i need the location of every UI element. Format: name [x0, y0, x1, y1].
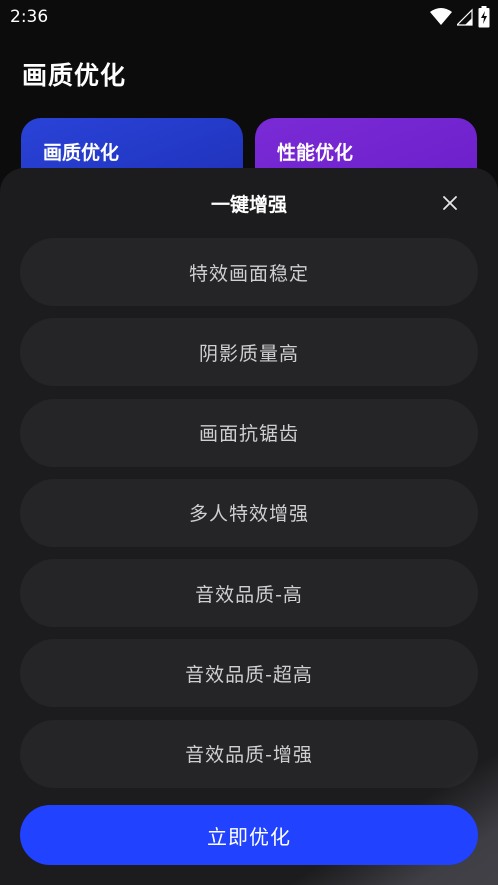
card-image-quality-label: 画质优化 [43, 142, 120, 164]
optimize-now-button[interactable]: 立即优化 [20, 805, 478, 865]
card-performance-label: 性能优化 [277, 142, 354, 164]
option-audio-enhanced[interactable]: 音效品质-增强 [20, 719, 478, 788]
status-time: 2:36 [10, 7, 49, 27]
status-bar: 2:36 [0, 0, 498, 34]
page-title: 画质优化 [22, 61, 127, 90]
close-button[interactable] [438, 192, 462, 216]
option-audio-ultra[interactable]: 音效品质-超高 [20, 639, 478, 708]
bottom-sheet: 一键增强 特效画面稳定 阴影质量高 画面抗锯齿 多人特效增强 音效品质-高 音效… [0, 168, 498, 885]
battery-charging-icon [478, 6, 490, 28]
option-list: 特效画面稳定 阴影质量高 画面抗锯齿 多人特效增强 音效品质-高 音效品质-超高… [20, 238, 478, 800]
cellular-signal-icon [457, 8, 473, 26]
option-audio-high[interactable]: 音效品质-高 [20, 559, 478, 628]
sheet-title: 一键增强 [210, 194, 287, 216]
option-shadow-high[interactable]: 阴影质量高 [20, 318, 478, 387]
wifi-icon [430, 8, 452, 26]
close-icon [443, 195, 457, 214]
option-effect-stable[interactable]: 特效画面稳定 [20, 238, 478, 306]
option-anti-aliasing[interactable]: 画面抗锯齿 [20, 398, 478, 467]
screen: 2:36 画质优化 画质优化 性能优化 一键增强 特效画面稳定 阴影质量高 画面… [0, 0, 498, 885]
option-multiplayer-effects[interactable]: 多人特效增强 [20, 478, 478, 547]
status-icons [430, 6, 490, 28]
